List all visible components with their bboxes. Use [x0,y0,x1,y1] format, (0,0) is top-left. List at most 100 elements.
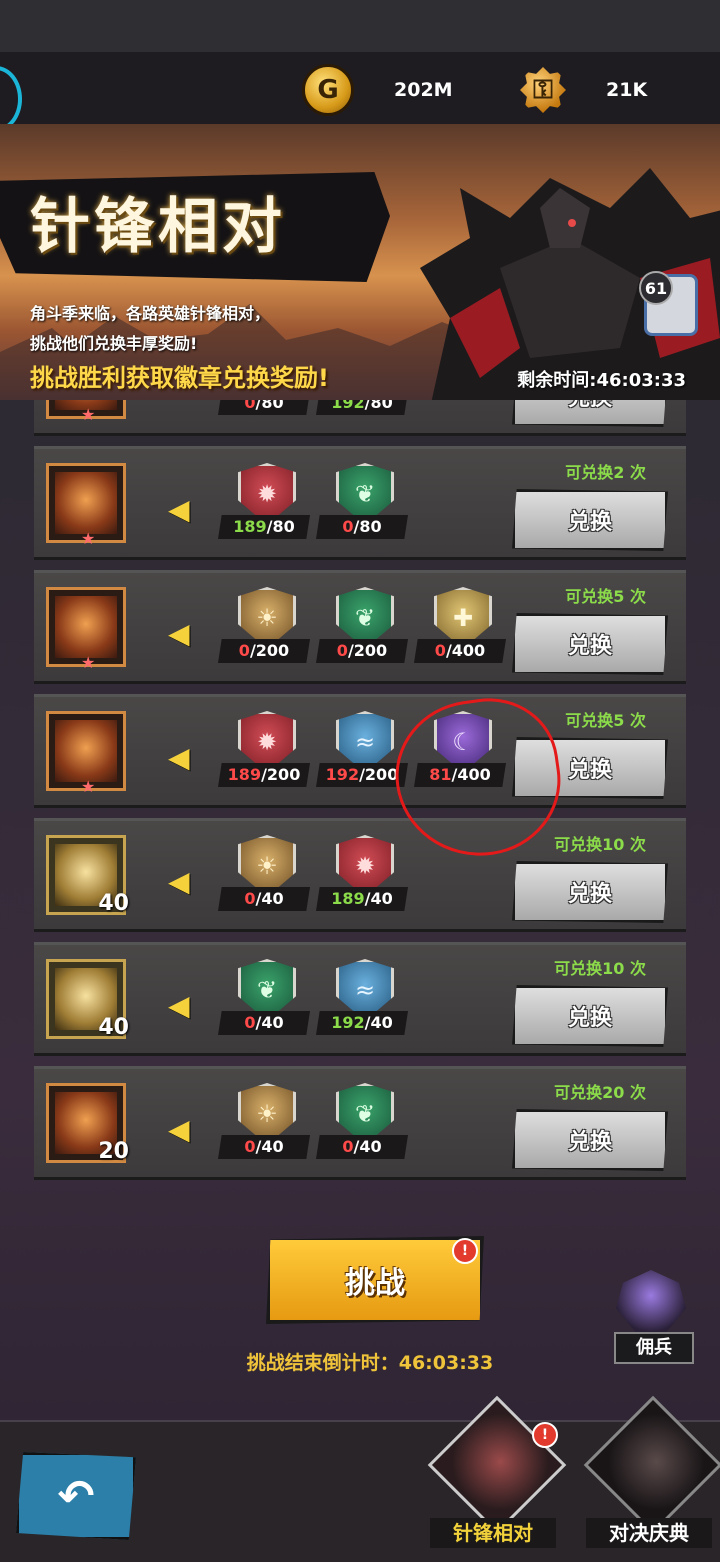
badge-required: /80 [266,517,295,536]
exchange-button[interactable]: 兑换 [512,613,668,675]
gold-coin-icon: G [302,64,354,116]
badge-requirement: ❦192/80 [316,400,408,417]
reward-item[interactable]: ★ [46,587,126,672]
badge-owned: 0 [342,1137,354,1156]
badge-required: /200 [347,641,388,660]
badge-owned: 189 [331,889,365,908]
badge-quantity: 192/80 [316,400,408,415]
exchange-row: ★ ◀ ✹ 189/200 ≈192/200 ☾ 81/400 可兑换5 次兑换 [34,694,686,808]
badge-requirement: ❦ 0/200 [316,587,408,665]
exchange-arrow-icon: ◀ [168,617,190,650]
badge-owned: 0 [238,641,250,660]
badge-requirement: ✹ 189/80 [218,463,310,541]
badge-quantity: 0/40 [316,1135,408,1159]
badge-required: /40 [364,1013,393,1032]
badge-requirement: ✹ 189/200 [218,711,310,789]
exchange-list[interactable]: ★◀✹0/80❦192/80兑换★◀✹189/80❦0/80可兑换2 次兑换★◀… [34,400,686,1200]
badge-owned: 192 [331,1013,365,1032]
mercenary-helmet-icon [616,1270,686,1334]
tab-duel-festival[interactable]: 对决庆典 [583,1395,720,1556]
back-button[interactable]: ↶ [16,1452,136,1540]
exchange-limit: 可兑换2 次 [565,463,646,482]
reward-count: 40 [98,891,129,916]
badge-required: /40 [353,1137,382,1156]
exchange-arrow-icon: ◀ [168,400,190,402]
reward-item[interactable]: 20 [46,1083,129,1164]
remaining-time: 剩余时间:46:03:33 [517,370,686,391]
reward-item[interactable]: 40 [46,959,129,1040]
reward-item[interactable]: ★ [46,400,126,424]
exchange-arrow-icon: ◀ [168,741,190,774]
tab-duel-festival-label: 对决庆典 [586,1518,712,1548]
exchange-row: 20 ◀ ☀ 0/40 ❦ 0/40 可兑换20 次兑换 [34,1066,686,1180]
tab-face-off-label: 针锋相对 [430,1518,556,1548]
badge-owned: 192 [331,400,365,412]
badge-owned: 189 [227,765,262,784]
exchange-row: ★ ◀ ✹0/80 ❦192/80 兑换 [34,400,686,436]
event-banner: 61 针锋相对 角斗季来临，各路英雄针锋相对， 挑战他们兑换丰厚奖励! 挑战胜利… [0,124,720,400]
badge-required: /200 [249,641,290,660]
badge-required: /80 [364,400,393,412]
mercenary-label: 佣兵 [614,1332,694,1364]
badge-quantity: 0/80 [316,515,408,539]
badge-requirement: ❦ 0/80 [316,463,408,541]
badge-requirement: ≈192/40 [316,959,408,1037]
reward-count: 20 [98,1139,129,1164]
event-description-1: 角斗季来临，各路英雄针锋相对， [30,304,271,323]
badge-requirement: ❦ 0/40 [218,959,310,1037]
star-icon: ★ [81,777,96,796]
chat-button[interactable]: 61 [639,271,698,336]
badge-required: /80 [353,517,382,536]
exchange-button[interactable]: 兑换 [512,985,668,1047]
reward-item[interactable]: ★ [46,463,126,548]
badge-quantity: 189/40 [316,887,408,911]
status-strip [0,0,720,52]
badge-requirement: ❦ 0/40 [316,1083,408,1161]
exchange-arrow-icon: ◀ [168,1113,190,1146]
exchange-row: ★ ◀ ☀ 0/200 ❦ 0/200 ✚ 0/400 可兑换5 次兑换 [34,570,686,684]
badge-quantity: 189/200 [218,763,310,787]
badge-requirement: ☀ 0/40 [218,835,310,913]
tab-alert-icon: ! [532,1422,558,1448]
chat-badge-count: 61 [639,271,673,305]
exchange-limit: 可兑换10 次 [554,835,646,854]
event-description-2: 挑战他们兑换丰厚奖励! [30,334,198,353]
badge-owned: 0 [244,1013,256,1032]
badge-owned: 0 [342,517,354,536]
gold-value: 202M [394,79,453,101]
badge-quantity: 0/40 [218,1011,310,1035]
badge-quantity: 192/200 [316,763,408,787]
badge-required: /40 [364,889,393,908]
badge-owned: 0 [336,641,348,660]
exchange-button[interactable]: 兑换 [512,861,668,923]
mercenary-button[interactable]: 佣兵 [606,1270,696,1364]
badge-owned: 192 [325,765,360,784]
reward-item[interactable]: 40 [46,835,129,916]
badge-required: /200 [261,765,301,784]
star-icon: ★ [81,653,96,672]
key-resource[interactable]: ⚿ 21K [520,66,647,114]
badge-quantity: 189/80 [218,515,310,539]
event-title: 针锋相对 [30,192,286,262]
exchange-button[interactable]: 兑换 [512,400,668,427]
badge-requirement: ☀ 0/200 [218,587,310,665]
badge-requirement: ≈192/200 [316,711,408,789]
badge-required: /200 [359,765,399,784]
badge-owned: 0 [244,889,256,908]
exchange-limit: 可兑换10 次 [554,959,646,978]
reward-item[interactable]: ★ [46,711,126,796]
badge-owned: 0 [244,1137,256,1156]
star-icon: ★ [81,529,96,548]
badge-owned: 0 [244,400,256,412]
exchange-button[interactable]: 兑换 [512,489,668,551]
badge-required: /40 [255,889,284,908]
exchange-button[interactable]: 兑换 [512,1109,668,1171]
key-value: 21K [606,79,648,101]
gold-resource[interactable]: G 202M [302,64,453,116]
badge-quantity: 0/200 [316,639,408,663]
badge-required: /40 [255,1013,284,1032]
exchange-limit: 可兑换20 次 [554,1083,646,1102]
exchange-row: 40 ◀ ☀ 0/40 ✹ 189/40 可兑换10 次兑换 [34,818,686,932]
reward-count: 40 [98,1015,129,1040]
badge-requirement: ✚ 0/400 [414,587,506,665]
